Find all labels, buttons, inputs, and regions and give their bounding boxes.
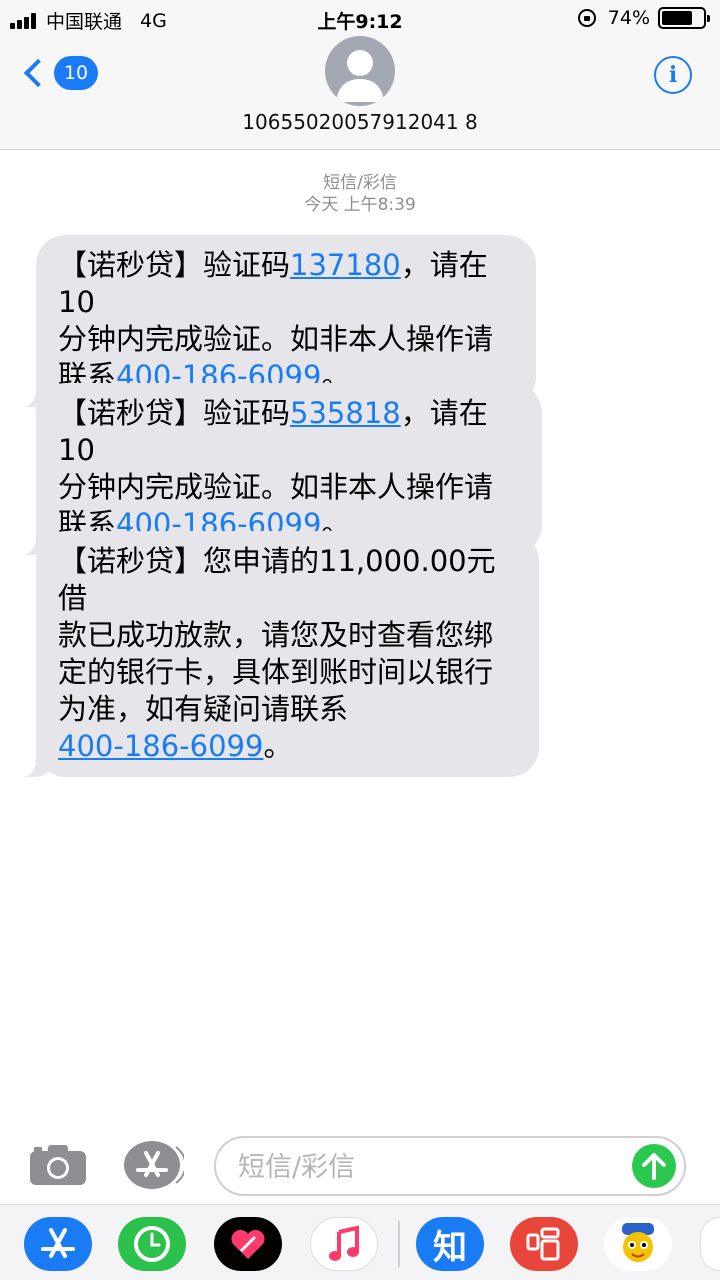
chevron-left-icon <box>23 58 53 88</box>
partial-app[interactable] <box>700 1217 720 1271</box>
message-line: 分钟内完成验证。如非本人操作请 <box>58 470 494 504</box>
music-note-icon <box>329 1225 359 1261</box>
heart-icon <box>231 1229 265 1259</box>
music-app[interactable] <box>310 1217 378 1271</box>
message-line: 分钟内完成验证。如非本人操作请 <box>58 322 494 356</box>
message-text: 【诺秒贷】验证码 <box>58 396 291 430</box>
orientation-lock-icon <box>577 9 596 27</box>
message-line: 为准，如有疑问请联系 <box>58 692 349 726</box>
status-bar: 中国联通 4G 上午9:12 74% <box>0 0 720 36</box>
unread-count-badge: 10 <box>54 56 98 90</box>
app-store-icon <box>124 1141 187 1189</box>
message-bubble[interactable]: 【诺秒贷】验证码137180，请在10 分钟内完成验证。如非本人操作请 联系40… <box>14 235 536 407</box>
message-line: 【诺秒贷】您申请的11,000.00元借 <box>58 544 496 615</box>
camera-icon <box>30 1145 86 1185</box>
message-text: 【诺秒贷】验证码 <box>58 248 291 282</box>
status-right: 74% <box>577 7 710 29</box>
app-store-icon <box>41 1228 75 1258</box>
message-line: 【诺秒贷】验证码535818，请在10 <box>58 395 520 469</box>
digital-touch-app[interactable] <box>214 1217 282 1271</box>
battery-level <box>662 11 692 25</box>
clock-app[interactable] <box>118 1217 186 1271</box>
battery-percent: 74% <box>607 7 650 29</box>
message-bubble[interactable]: 【诺秒贷】您申请的11,000.00元借 款已成功放款，请您及时查看您绑 定的银… <box>14 531 539 777</box>
back-button[interactable]: 10 <box>20 56 98 90</box>
drawer-divider <box>398 1221 400 1267</box>
phone-link[interactable]: 400-186-6099 <box>58 729 263 763</box>
arrow-up-icon <box>642 1153 666 1180</box>
app-store-app[interactable] <box>24 1217 92 1271</box>
message-line: 400-186-6099。 <box>58 728 517 765</box>
verification-code-link[interactable]: 137180 <box>290 248 401 282</box>
conversation-meta: 短信/彩信 今天 上午8:39 <box>0 172 720 216</box>
verification-code-link[interactable]: 535818 <box>290 396 401 430</box>
contact-avatar[interactable] <box>325 36 395 106</box>
app-drawer-button[interactable] <box>124 1141 187 1189</box>
send-button[interactable] <box>632 1144 676 1188</box>
person-silhouette-icon <box>336 50 384 102</box>
zhihu-app[interactable]: 知 <box>416 1217 484 1271</box>
message-line: 款已成功放款，请您及时查看您绑 <box>58 618 494 652</box>
message-input-container[interactable] <box>214 1136 686 1196</box>
message-timestamp: 今天 上午8:39 <box>304 195 416 215</box>
message-line: 定的银行卡，具体到账时间以银行 <box>58 655 494 689</box>
contact-number[interactable]: 10655020057912041 8 <box>0 110 720 134</box>
message-line: 【诺秒贷】验证码137180，请在10 <box>58 247 514 321</box>
message-bubble[interactable]: 【诺秒贷】验证码535818，请在10 分钟内完成验证。如非本人操作请 联系40… <box>14 383 542 555</box>
info-button[interactable]: i <box>654 56 692 94</box>
sticker-app[interactable] <box>604 1217 672 1271</box>
imessage-app-drawer: 知 <box>0 1204 720 1280</box>
conversation-header: 10 10655020057912041 8 i <box>0 36 720 150</box>
camera-button[interactable] <box>30 1143 86 1185</box>
sing-icon <box>526 1227 560 1261</box>
service-label: 短信/彩信 <box>323 173 397 193</box>
message-text: 。 <box>263 729 293 763</box>
message-input[interactable] <box>238 1150 628 1184</box>
clock-icon <box>134 1226 170 1262</box>
battery-icon <box>658 7 710 29</box>
cartoon-character-icon <box>622 1223 654 1262</box>
sing-app[interactable] <box>510 1217 578 1271</box>
